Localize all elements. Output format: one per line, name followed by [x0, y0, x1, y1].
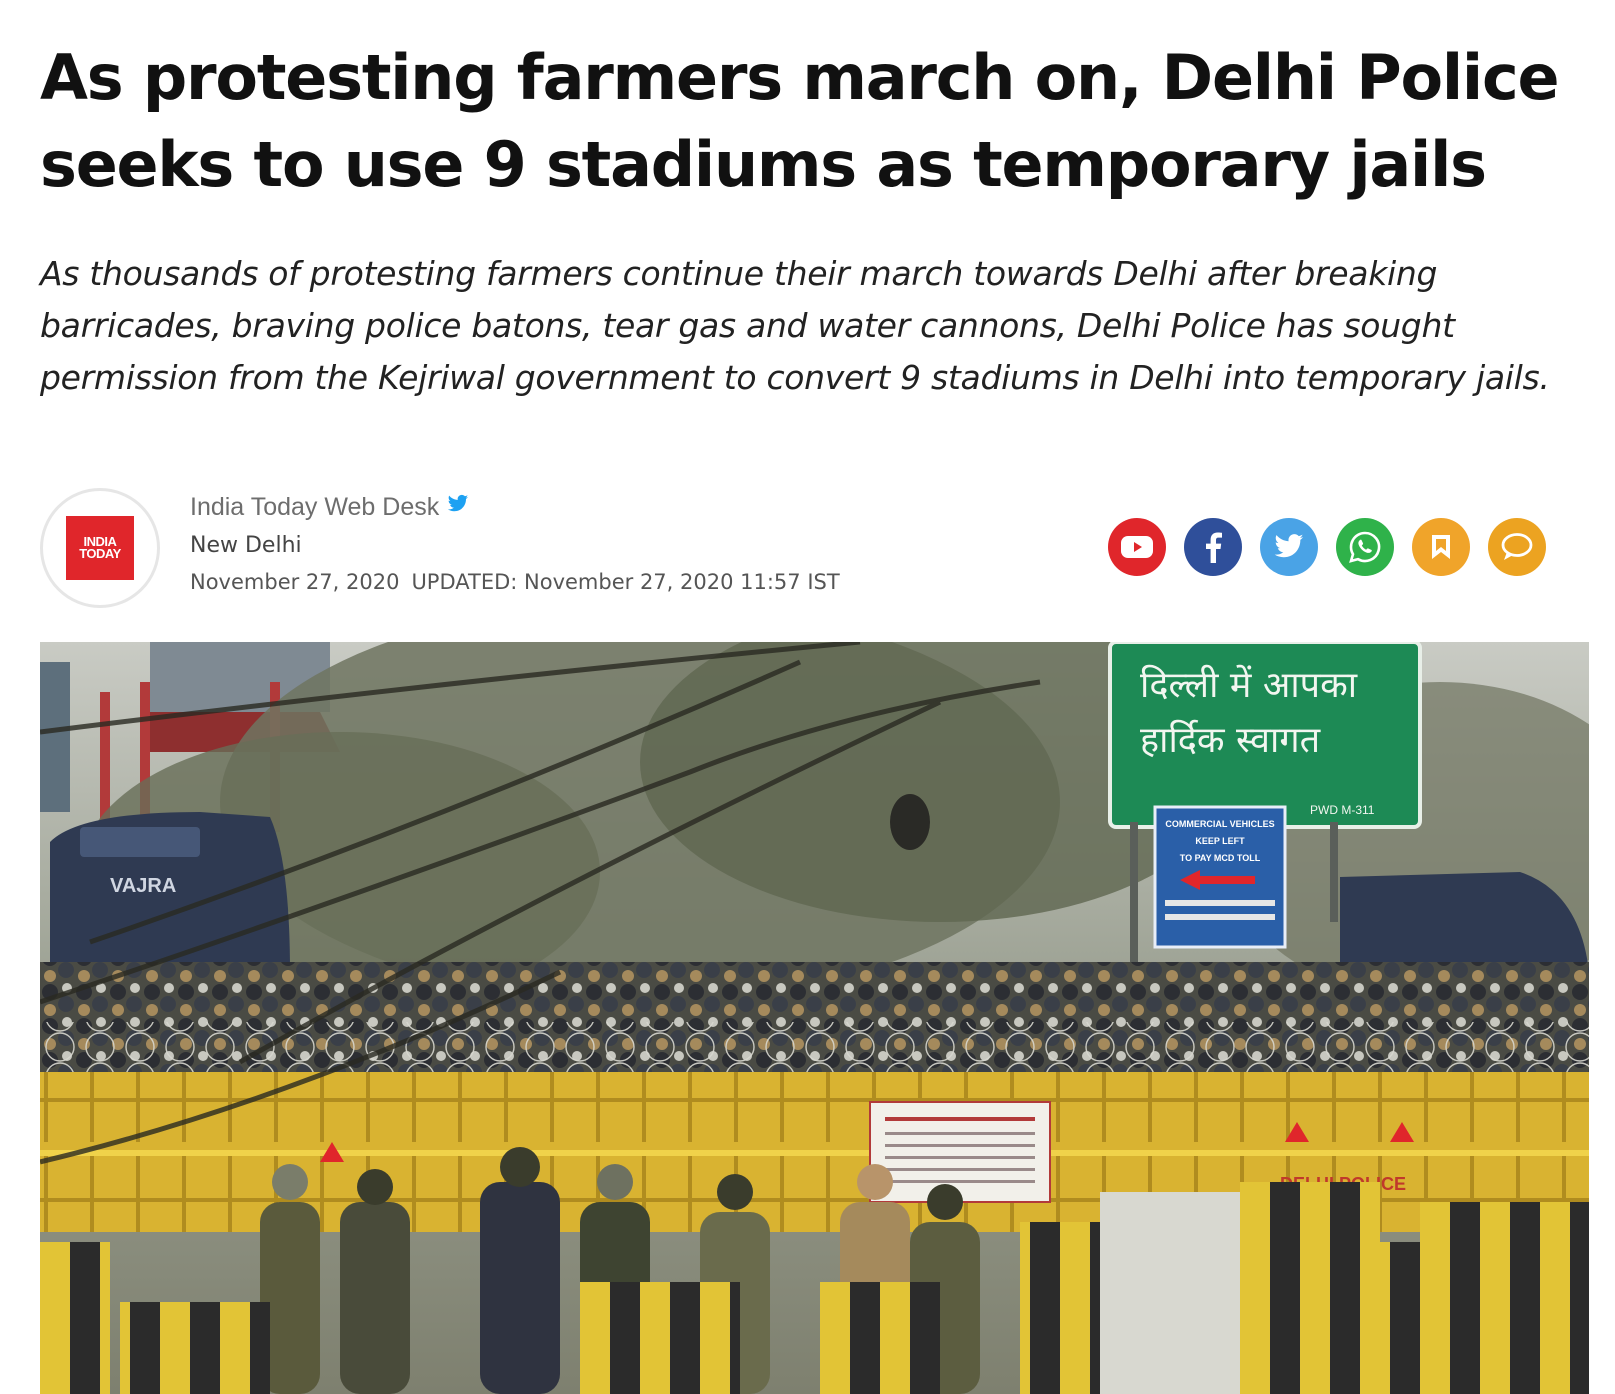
- twitter-icon: [1274, 534, 1304, 558]
- bookmark-button[interactable]: [1412, 518, 1470, 576]
- sign-top-line-1: दिल्ली में आपका: [1140, 664, 1358, 706]
- share-bar: [1108, 518, 1546, 576]
- published-date: November 27, 2020: [190, 570, 400, 594]
- updated-date: UPDATED: November 27, 2020 11:57 IST: [411, 570, 840, 594]
- facebook-share-button[interactable]: [1184, 518, 1242, 576]
- dates-row: November 27, 2020 UPDATED: November 27, …: [190, 568, 840, 596]
- sign-blue-line-2: KEEP LEFT: [1195, 836, 1245, 846]
- youtube-share-button[interactable]: [1108, 518, 1166, 576]
- comment-button[interactable]: [1488, 518, 1546, 576]
- author-name[interactable]: India Today Web Desk: [190, 492, 439, 522]
- youtube-icon: [1121, 536, 1153, 558]
- vehicle-label: VAJRA: [110, 875, 176, 897]
- sign-pwd: PWD M-311: [1310, 803, 1375, 817]
- byline: INDIA TODAY India Today Web Desk New Del…: [40, 488, 1580, 608]
- logo-line-2: TODAY: [79, 546, 121, 561]
- india-today-logo: INDIA TODAY: [66, 516, 134, 580]
- vajra-vehicle: VAJRA: [50, 812, 290, 972]
- facebook-icon: [1206, 532, 1222, 563]
- sign-blue-line-3: TO PAY MCD TOLL: [1180, 853, 1261, 863]
- article-summary: As thousands of protesting farmers conti…: [40, 254, 1550, 397]
- comment-icon: [1501, 533, 1533, 560]
- dateline-location: New Delhi: [190, 533, 302, 558]
- notice-board: [869, 1101, 1051, 1203]
- sign-blue-line-1: COMMERCIAL VEHICLES: [1165, 819, 1274, 829]
- byline-meta: India Today Web Desk New Delhi November …: [190, 492, 840, 596]
- twitter-verified-icon[interactable]: [447, 492, 469, 522]
- blue-road-sign: COMMERCIAL VEHICLES KEEP LEFT TO PAY MCD…: [1153, 805, 1287, 949]
- author-row: India Today Web Desk: [190, 492, 840, 522]
- article-headline: As protesting farmers march on, Delhi Po…: [40, 41, 1560, 201]
- whatsapp-share-button[interactable]: [1336, 518, 1394, 576]
- sign-top-line-2: हार्दिक स्वागत: [1140, 719, 1322, 761]
- whatsapp-icon: [1349, 531, 1381, 563]
- bookmark-icon: [1432, 535, 1450, 559]
- article-photo[interactable]: VAJRA दिल्ली में आपका हार्दिक स्वागत PWD…: [40, 642, 1589, 1394]
- bird: [890, 794, 930, 850]
- author-avatar[interactable]: INDIA TODAY: [40, 488, 160, 608]
- twitter-share-button[interactable]: [1260, 518, 1318, 576]
